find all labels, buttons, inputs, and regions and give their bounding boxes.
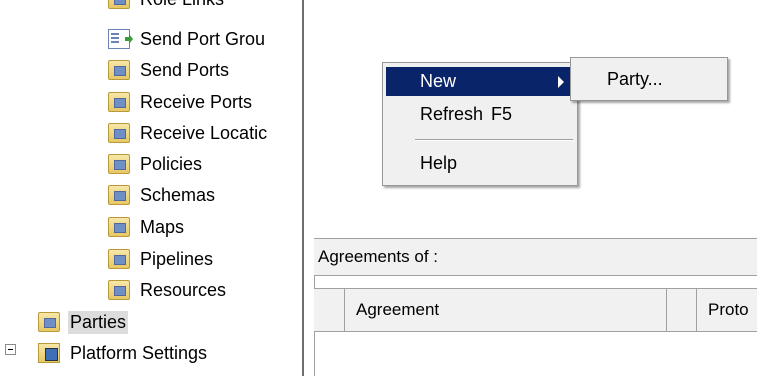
receive-ports-icon: [108, 92, 130, 112]
menu-item-new[interactable]: New: [386, 67, 574, 96]
agreements-column-headers: Agreement Proto: [314, 288, 757, 332]
expand-collapse-icon[interactable]: [5, 344, 16, 355]
column-separator[interactable]: [666, 289, 667, 331]
policies-icon: [108, 154, 130, 174]
menu-item-label: Help: [420, 153, 458, 173]
column-header-agreement[interactable]: Agreement: [356, 300, 439, 320]
schemas-icon: [108, 185, 130, 205]
tree-item-label: Role Links: [138, 0, 226, 11]
column-separator[interactable]: [696, 289, 697, 331]
tree-item-receive-ports[interactable]: Receive Ports: [108, 87, 254, 117]
menu-item-refresh[interactable]: Refresh F5: [386, 100, 574, 129]
menu-item-party[interactable]: Party...: [607, 69, 663, 90]
menu-separator: [415, 139, 573, 141]
tree-item-maps[interactable]: Maps: [108, 212, 186, 242]
tree-item-platform-settings[interactable]: Platform Settings: [38, 338, 209, 368]
tree-item-send-port-groups[interactable]: Send Port Grou: [108, 24, 267, 54]
resources-icon: [108, 280, 130, 300]
tree-item-resources[interactable]: Resources: [108, 275, 228, 305]
menu-item-label: Refresh: [420, 104, 484, 124]
column-separator[interactable]: [344, 289, 345, 331]
tree-item-label: Policies: [140, 153, 203, 174]
send-port-group-icon: [108, 29, 130, 49]
tree-item-policies[interactable]: Policies: [108, 149, 204, 179]
platform-settings-icon: [38, 343, 60, 363]
receive-locations-icon: [108, 123, 130, 143]
menu-item-help[interactable]: Help: [386, 149, 574, 178]
tree-item-label: Platform Settings: [70, 342, 208, 363]
tree-item-label: Receive Locatic: [140, 122, 268, 143]
tree-item-label: Send Ports: [140, 59, 230, 80]
tree-item-role-links[interactable]: Role Links: [108, 0, 226, 14]
tree-item-label: Receive Ports: [140, 91, 253, 112]
role-links-icon: [108, 0, 130, 9]
agreements-header-label: Agreements of :: [318, 247, 439, 266]
send-ports-icon: [108, 60, 130, 80]
tree-item-label: Resources: [140, 279, 227, 300]
column-header-protocol[interactable]: Proto: [708, 300, 749, 320]
maps-icon: [108, 217, 130, 237]
tree-item-schemas[interactable]: Schemas: [108, 180, 217, 210]
tree-item-label: Send Port Grou: [140, 28, 266, 49]
tree-item-label: Maps: [140, 216, 185, 237]
tree-item-label: Pipelines: [140, 248, 214, 269]
menu-item-shortcut: F5: [491, 104, 513, 124]
tree-item-label: Parties: [68, 310, 129, 334]
agreements-header: Agreements of :: [314, 238, 757, 276]
tree-item-receive-locations[interactable]: Receive Locatic: [108, 118, 269, 148]
new-submenu: Party...: [570, 57, 728, 101]
context-menu: New Refresh F5 Help: [382, 62, 578, 186]
tree-item-label: Schemas: [140, 184, 216, 205]
tree-pane: Role Links Send Port Grou Send Ports Rec…: [0, 0, 302, 376]
tree-item-pipelines[interactable]: Pipelines: [108, 244, 215, 274]
pipelines-icon: [108, 249, 130, 269]
tree-item-parties[interactable]: Parties: [38, 307, 129, 337]
parties-icon: [38, 312, 60, 332]
menu-item-label: New: [420, 71, 457, 91]
submenu-arrow-icon: [558, 76, 564, 88]
tree-item-send-ports[interactable]: Send Ports: [108, 55, 231, 85]
